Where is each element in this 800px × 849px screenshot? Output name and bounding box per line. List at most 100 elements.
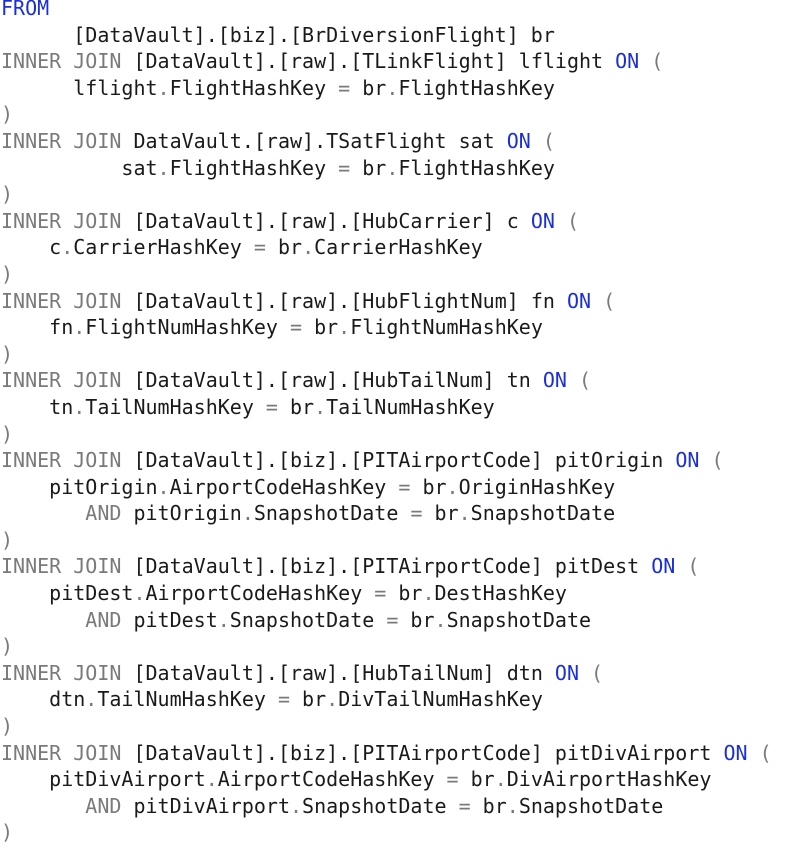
code-token-punct: ) — [1, 182, 14, 207]
code-token-operator: = — [265, 394, 278, 419]
code-token-punct: . — [506, 793, 519, 818]
code-line: AND pitDivAirport.SnapshotDate = br.Snap… — [1, 793, 772, 820]
code-token-punct: ( — [566, 368, 592, 393]
code-token-keyword: ON — [651, 554, 676, 579]
code-token-ident: [DataVault].[raw].[TLinkFlight] lflight — [121, 49, 616, 74]
code-token-ident: AirportCodeHashKey — [217, 767, 447, 792]
code-token-ident: br — [386, 581, 423, 606]
code-token-ident: [DataVault].[biz].[PITAirportCode] pitOr… — [121, 448, 676, 473]
code-token-ident: [DataVault].[biz].[BrDiversionFlight] br — [1, 22, 555, 47]
code-token-ident: AirportCodeHashKey — [169, 474, 399, 499]
code-token-ident: SnapshotDate — [229, 607, 387, 632]
code-line: ) — [1, 527, 772, 554]
code-token-ident: fn — [1, 315, 74, 340]
code-token-ident: CarrierHashKey — [73, 235, 254, 260]
code-token-ident: c — [1, 235, 62, 260]
code-token-ident: br — [302, 315, 339, 340]
code-line: AND pitOrigin.SnapshotDate = br.Snapshot… — [1, 500, 772, 527]
code-token-ident: pitDest — [1, 581, 134, 606]
code-token-ident: [DataVault].[raw].[HubTailNum] dtn — [121, 660, 555, 685]
code-line: ) — [1, 633, 772, 660]
code-token-punct: ) — [1, 421, 14, 446]
code-token-punct: . — [422, 581, 435, 606]
code-line: [DataVault].[biz].[BrDiversionFlight] br — [1, 22, 772, 49]
code-token-ident: br — [350, 155, 387, 180]
code-token-punct: ) — [1, 527, 14, 552]
code-token-punct: . — [241, 501, 254, 526]
code-token-ident: br — [277, 394, 315, 419]
code-token-join: INNER JOIN — [1, 288, 122, 313]
code-token-operator: = — [290, 315, 303, 340]
code-line: INNER JOIN [DataVault].[raw].[HubCarrier… — [1, 208, 772, 235]
code-token-ident — [1, 608, 85, 632]
code-token-ident: SnapshotDate — [253, 501, 411, 526]
code-token-keyword: ON — [530, 208, 555, 233]
code-token-ident: AirportCodeHashKey — [145, 581, 375, 606]
code-token-punct: ( — [554, 208, 580, 233]
code-token-punct: ) — [1, 714, 14, 739]
code-token-punct: ) — [1, 820, 14, 845]
code-line: tn.TailNumHashKey = br.TailNumHashKey — [1, 394, 772, 421]
code-token-punct: . — [446, 474, 459, 499]
code-line: ) — [1, 341, 772, 368]
code-token-ident: SnapshotDate — [470, 501, 616, 526]
code-token-punct: . — [302, 235, 315, 260]
code-token-punct: . — [434, 607, 447, 632]
code-line: ) — [1, 713, 772, 740]
code-token-keyword: ON — [542, 368, 567, 393]
code-token-ident: [DataVault].[biz].[PITAirportCode] pitDe… — [121, 554, 652, 579]
code-token-join: AND — [85, 501, 122, 526]
code-line: INNER JOIN [DataVault].[biz].[PITAirport… — [1, 447, 772, 474]
code-token-ident: [DataVault].[biz].[PITAirportCode] pitDi… — [121, 740, 724, 765]
code-token-ident: br — [350, 75, 387, 100]
code-line: ) — [1, 421, 772, 448]
code-token-operator: = — [446, 767, 459, 792]
code-token-ident: DataVault.[raw].TSatFlight sat — [121, 128, 507, 153]
code-token-ident: br — [398, 607, 435, 632]
code-line: AND pitDest.SnapshotDate = br.SnapshotDa… — [1, 607, 772, 634]
code-token-ident: FlightHashKey — [169, 155, 339, 180]
code-line: INNER JOIN [DataVault].[raw].[HubFlightN… — [1, 288, 772, 315]
code-token-punct: . — [338, 315, 351, 340]
code-token-punct: ) — [1, 261, 14, 286]
code-token-punct: ( — [699, 448, 724, 473]
code-token-ident: OriginHashKey — [458, 474, 616, 499]
code-token-ident: SnapshotDate — [446, 607, 592, 632]
code-token-punct: . — [290, 793, 303, 818]
code-token-punct: . — [326, 687, 339, 712]
code-token-ident: [DataVault].[raw].[HubCarrier] c — [121, 208, 531, 233]
code-token-ident: FlightHashKey — [398, 75, 555, 100]
code-token-operator: = — [253, 235, 266, 260]
code-token-keyword: ON — [723, 740, 748, 765]
code-token-ident: FlightHashKey — [398, 155, 555, 180]
code-token-keyword: ON — [615, 49, 640, 74]
code-token-ident — [1, 794, 85, 818]
code-line: ) — [1, 819, 772, 846]
code-token-ident: tn — [1, 394, 74, 419]
code-token-ident: dtn — [1, 687, 86, 712]
code-token-ident: DivTailNumHashKey — [338, 687, 543, 712]
code-token-punct: . — [386, 155, 399, 180]
code-line: INNER JOIN [DataVault].[biz].[PITAirport… — [1, 553, 772, 580]
code-token-punct: ( — [675, 554, 700, 579]
code-token-punct: . — [458, 501, 471, 526]
code-token-ident: br — [458, 767, 495, 792]
sql-code-block: FROM [DataVault].[biz].[BrDiversionFligh… — [1, 0, 772, 846]
code-token-join: INNER JOIN — [1, 368, 122, 393]
code-line: ) — [1, 101, 772, 128]
code-token-ident: br — [422, 501, 459, 526]
code-view: FROM [DataVault].[biz].[BrDiversionFligh… — [0, 0, 800, 849]
code-token-punct: . — [73, 394, 86, 419]
code-line: INNER JOIN DataVault.[raw].TSatFlight sa… — [1, 128, 772, 155]
code-token-join: INNER JOIN — [1, 448, 122, 473]
code-token-punct: . — [217, 607, 230, 632]
code-token-operator: = — [338, 155, 351, 180]
code-token-ident: pitOrigin — [1, 474, 158, 499]
code-token-operator: = — [338, 75, 351, 100]
code-line: INNER JOIN [DataVault].[raw].[TLinkFligh… — [1, 48, 772, 75]
code-token-punct: . — [157, 75, 170, 100]
code-token-punct: . — [73, 315, 86, 340]
code-token-join: INNER JOIN — [1, 208, 122, 233]
code-token-keyword: ON — [506, 128, 531, 153]
code-token-punct: . — [205, 767, 218, 792]
